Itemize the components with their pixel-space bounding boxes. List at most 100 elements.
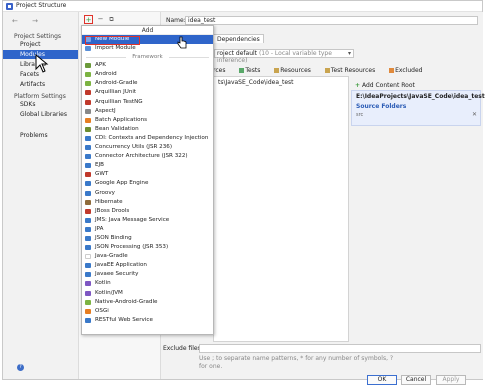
framework-icon: [85, 90, 91, 96]
framework-item[interactable]: Kotlin: [82, 279, 213, 288]
framework-icon: [85, 217, 91, 223]
nav-item-sdks[interactable]: SDKs: [3, 100, 78, 109]
nav-item-project[interactable]: Project: [3, 40, 78, 49]
remove-source-icon[interactable]: ✕: [472, 111, 477, 118]
add-module-button[interactable]: +: [84, 15, 93, 24]
framework-item[interactable]: AspectJ: [82, 107, 213, 116]
tree-root-path[interactable]: ts\JavaSE_Code\idea_test: [218, 79, 294, 86]
cancel-button[interactable]: Cancel: [401, 375, 431, 385]
framework-icon: [85, 272, 91, 278]
test-resources-folder-icon: [324, 68, 330, 73]
framework-item[interactable]: Native-Android-Gradle: [82, 298, 213, 307]
framework-item[interactable]: Java-Gradle: [82, 252, 213, 261]
framework-icon: [85, 235, 91, 241]
mark-tests[interactable]: Tests: [239, 67, 266, 74]
nav-item-problems[interactable]: Problems: [3, 131, 78, 140]
mark-excluded[interactable]: Excluded: [389, 67, 428, 74]
framework-item[interactable]: Batch Applications: [82, 116, 213, 125]
framework-icon: [85, 254, 91, 260]
back-forward-arrows[interactable]: ← →: [12, 17, 44, 25]
framework-item[interactable]: Google App Engine: [82, 179, 213, 188]
language-level-select[interactable]: roject default (10 - Local variable type…: [214, 49, 354, 64]
framework-item[interactable]: Concurrency Utils (JSR 236): [82, 143, 213, 152]
framework-item[interactable]: APK: [82, 61, 213, 70]
framework-icon: [85, 199, 91, 205]
nav-item-artifacts[interactable]: Artifacts: [3, 80, 78, 89]
remove-module-button[interactable]: −: [96, 15, 105, 24]
framework-item[interactable]: Hibernate: [82, 198, 213, 207]
framework-icon: [85, 281, 91, 287]
name-label: Name:: [166, 17, 186, 24]
nav-item-global-libraries[interactable]: Global Libraries: [3, 110, 78, 119]
framework-item[interactable]: Arquillian TestNG: [82, 98, 213, 107]
framework-item[interactable]: Android: [82, 70, 213, 79]
menu-item-import-module[interactable]: Import Module: [82, 44, 213, 53]
framework-icon: [85, 299, 91, 305]
framework-item[interactable]: Bean Validation: [82, 125, 213, 134]
content-root-path: E:\IdeaProjects\JavaSE_Code\idea_test: [356, 93, 485, 100]
framework-icon: [85, 317, 91, 323]
ok-button[interactable]: OK: [367, 375, 397, 385]
project-structure-window: Project Structure ← → Project Settings P…: [2, 0, 485, 385]
content-root-marks: rces Tests Resources Test Resources Excl…: [213, 67, 434, 74]
excluded-folder-icon: [389, 68, 395, 73]
mouse-pointer-icon: [35, 54, 49, 73]
framework-item[interactable]: JMS: Java Message Service: [82, 216, 213, 225]
mark-resources[interactable]: Resources: [274, 67, 317, 74]
source-folders-header: Source Folders: [356, 103, 407, 110]
language-level-value: roject default: [217, 50, 258, 57]
framework-icon: [85, 154, 91, 160]
framework-icon: [85, 181, 91, 187]
content-root-tree[interactable]: ts\JavaSE_Code\idea_test: [213, 76, 349, 342]
intellij-app-icon: [6, 3, 13, 10]
framework-item[interactable]: Arquillian JUnit: [82, 88, 213, 97]
exclude-files-input[interactable]: [199, 344, 481, 353]
platform-settings-header: Platform Settings: [14, 93, 66, 100]
source-folder-item[interactable]: src: [356, 112, 363, 118]
add-content-root-link[interactable]: + Add Content Root: [355, 82, 415, 89]
add-popup-menu: Add New Module Import Module Framework A…: [81, 25, 214, 335]
framework-item[interactable]: CDI: Contexts and Dependency Injection: [82, 134, 213, 143]
project-settings-header: Project Settings: [14, 33, 62, 40]
framework-icon: [85, 208, 91, 214]
mark-sources[interactable]: rces: [213, 67, 231, 74]
framework-item[interactable]: Javaee Security: [82, 270, 213, 279]
exclude-files-hint: Use ; to separate name patterns, * for a…: [199, 355, 394, 370]
framework-icon: [85, 145, 91, 151]
content-root-entry[interactable]: E:\IdeaProjects\JavaSE_Code\idea_test So…: [351, 90, 485, 126]
content-roots-panel: + Add Content Root E:\IdeaProjects\JavaS…: [351, 76, 485, 342]
import-icon: [85, 46, 91, 52]
framework-icon: [85, 263, 91, 269]
framework-item[interactable]: JSON Binding: [82, 234, 213, 243]
framework-item[interactable]: RESTful Web Service: [82, 316, 213, 325]
framework-item[interactable]: Android-Gradle: [82, 79, 213, 88]
framework-item[interactable]: OSGi: [82, 307, 213, 316]
apply-button[interactable]: Apply: [436, 375, 466, 385]
framework-item[interactable]: EJB: [82, 161, 213, 170]
framework-item[interactable]: JBoss Drools: [82, 207, 213, 216]
framework-item[interactable]: GWT: [82, 170, 213, 179]
framework-item[interactable]: JavaEE Application: [82, 261, 213, 270]
framework-icon: [85, 108, 91, 114]
framework-icon: [85, 226, 91, 232]
framework-icon: [85, 117, 91, 123]
tests-folder-icon: [239, 68, 245, 73]
framework-item[interactable]: JPA: [82, 225, 213, 234]
framework-icon: [85, 63, 91, 69]
framework-icon: [85, 290, 91, 296]
framework-item[interactable]: Connector Architecture (JSR 322): [82, 152, 213, 161]
module-name-field[interactable]: idea_test: [185, 16, 478, 25]
help-icon[interactable]: ?: [17, 364, 24, 371]
framework-item[interactable]: Kotlin/JVM: [82, 289, 213, 298]
framework-item[interactable]: JSON Processing (JSR 353): [82, 243, 213, 252]
tab-dependencies[interactable]: Dependencies: [213, 34, 264, 43]
framework-icon: [85, 126, 91, 132]
framework-icon: [85, 135, 91, 141]
exclude-files-label: Exclude files:: [163, 345, 203, 352]
framework-list: APK Android Android-Gradle Arquillian JUnit…: [82, 61, 213, 325]
framework-section-header: Framework: [82, 53, 213, 61]
copy-module-button[interactable]: ⧉: [107, 15, 116, 24]
mark-test-resources[interactable]: Test Resources: [324, 67, 381, 74]
window-title: Project Structure: [16, 2, 67, 9]
framework-item[interactable]: Groovy: [82, 189, 213, 198]
